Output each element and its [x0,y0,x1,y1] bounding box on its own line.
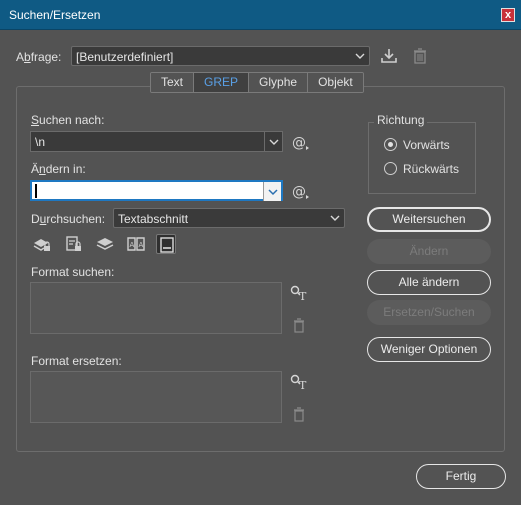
special-characters-icon[interactable]: @ [290,132,310,152]
chevron-down-icon [354,50,366,62]
special-characters-replace-icon[interactable]: @ [290,181,310,201]
title-bar: Suchen/Ersetzen x [0,0,521,30]
svg-text:@: @ [292,135,306,151]
replace-history-dropdown[interactable] [263,182,281,201]
window-title: Suchen/Ersetzen [9,8,101,22]
radio-forward-label[interactable]: Vorwärts [403,138,450,152]
scope-label: Durchsuchen: [31,212,106,226]
chevron-down-icon [329,212,341,224]
query-value: [Benutzerdefiniert] [76,50,174,64]
format-replace-label: Format ersetzen: [31,354,122,368]
save-query-icon[interactable] [379,46,399,66]
change-all-button[interactable]: Alle ändern [367,270,491,295]
format-replace-box[interactable] [30,371,282,423]
radio-backward[interactable] [384,162,397,175]
format-find-box[interactable] [30,282,282,334]
change-find-button[interactable]: Ersetzen/Suchen [367,300,491,325]
scope-dropdown[interactable]: Textabschnitt [113,208,345,228]
direction-legend: Richtung [374,113,428,127]
include-master-pages-icon[interactable]: AA [126,234,146,254]
tab-glyphe[interactable]: Glyphe [249,73,309,92]
radio-forward[interactable] [384,138,397,151]
search-input[interactable]: \n [30,131,283,152]
find-next-button[interactable]: Weitersuchen [367,207,491,232]
svg-text:A: A [139,241,144,249]
search-history-dropdown[interactable] [264,132,282,151]
delete-query-icon[interactable] [410,46,430,66]
radio-backward-label[interactable]: Rückwärts [403,162,459,176]
replace-label: Ändern in: [31,162,86,176]
tab-text[interactable]: Text [151,73,195,92]
close-button[interactable]: x [501,8,515,22]
search-value: \n [35,135,46,149]
format-find-label: Format suchen: [31,265,115,279]
clear-format-replace-icon[interactable] [289,405,309,425]
scope-value: Textabschnitt [118,212,189,226]
search-label: Suchen nach: [31,113,105,127]
tab-grep[interactable]: GREP [194,73,250,92]
done-button[interactable]: Fertig [416,464,506,489]
change-button[interactable]: Ändern [367,239,491,264]
include-hidden-layers-icon[interactable] [95,234,115,254]
specify-format-find-icon[interactable]: T [289,283,309,303]
fewer-options-button[interactable]: Weniger Optionen [367,337,491,362]
include-footnotes-icon[interactable] [156,234,176,254]
svg-text:T: T [299,379,307,392]
direction-group [368,122,476,194]
query-label: Abfrage: [16,50,62,64]
text-caret [35,184,37,198]
svg-text:@: @ [292,184,306,200]
query-dropdown[interactable]: [Benutzerdefiniert] [71,46,370,66]
tab-objekt[interactable]: Objekt [308,73,363,92]
clear-format-find-icon[interactable] [289,316,309,336]
tab-bar: Text GREP Glyphe Objekt [150,72,364,93]
specify-format-replace-icon[interactable]: T [289,372,309,392]
include-locked-stories-icon[interactable] [64,234,84,254]
replace-input[interactable] [30,180,283,201]
include-locked-layers-icon[interactable] [32,234,52,254]
svg-text:T: T [299,290,307,303]
svg-text:A: A [130,241,135,249]
